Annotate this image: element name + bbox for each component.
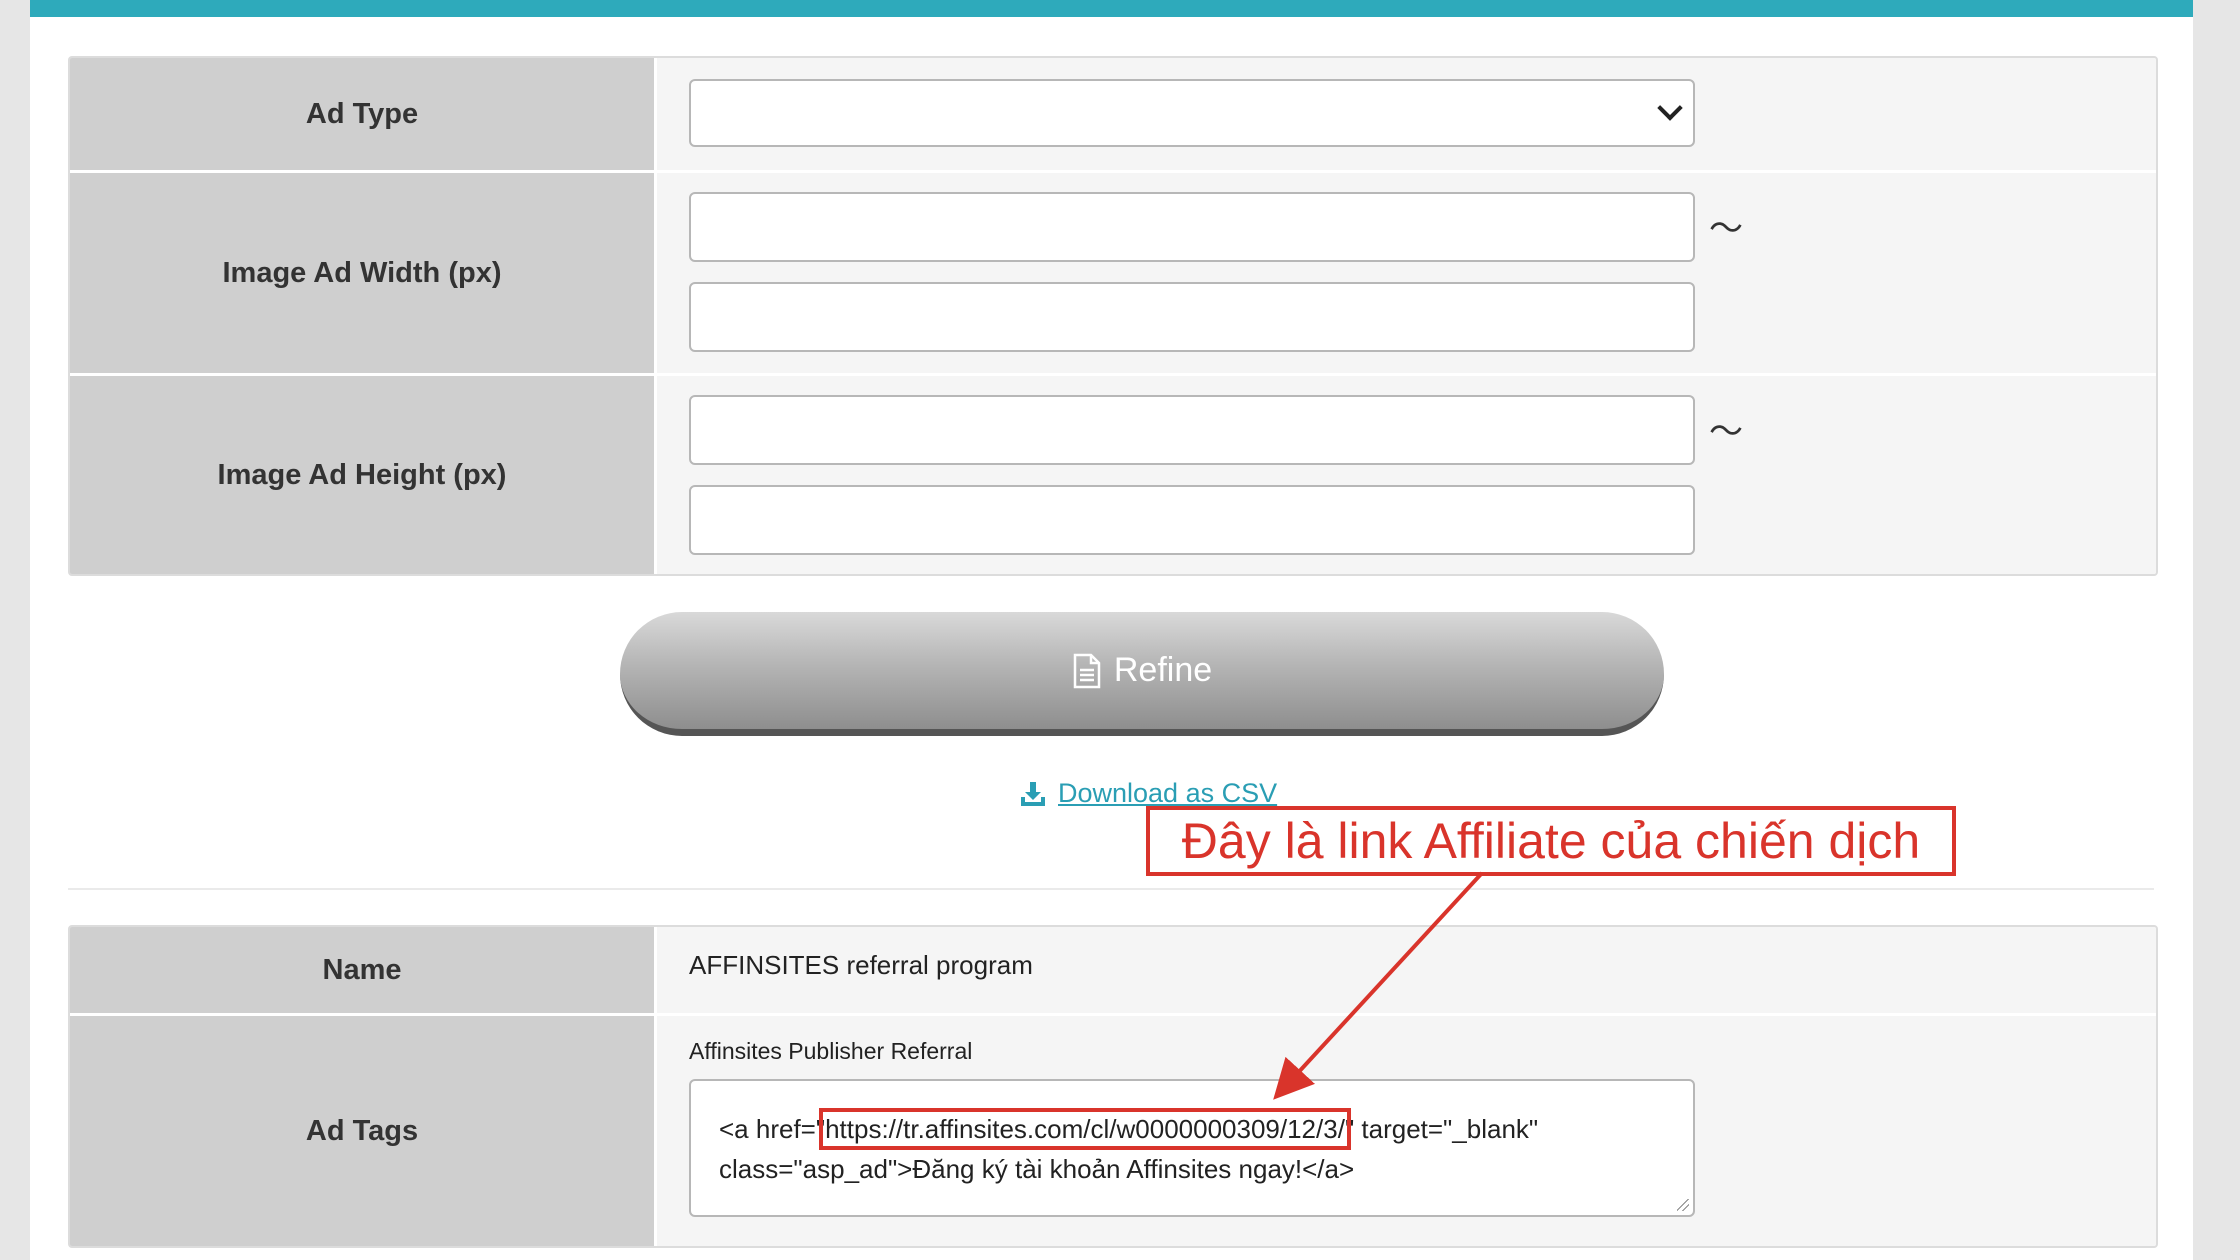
ad-tags-cell: Affinsites Publisher Referral <a href="h… <box>657 1016 2156 1246</box>
height-cell: 〜 <box>657 376 2156 574</box>
width-min-input[interactable] <box>689 192 1695 262</box>
download-csv-link[interactable]: Download as CSV <box>1020 778 1277 809</box>
section-divider <box>68 888 2154 890</box>
row-ad-tags: Ad Tags Affinsites Publisher Referral <a… <box>70 1016 2156 1246</box>
ad-type-select[interactable] <box>689 79 1695 147</box>
search-form: Ad Type Image Ad Width (px) 〜 Image Ad H… <box>68 56 2158 576</box>
row-name: Name AFFINSITES referral program <box>70 927 2156 1016</box>
width-cell: 〜 <box>657 173 2156 373</box>
affiliate-url: https://tr.affinsites.com/cl/w0000000309… <box>819 1108 1351 1150</box>
name-cell: AFFINSITES referral program <box>657 927 2156 1013</box>
height-range-separator: 〜 <box>1709 413 1743 451</box>
code-line-2: class="asp_ad">Đăng ký tài khoản Affinsi… <box>719 1154 1355 1184</box>
name-label: Name <box>70 927 657 1013</box>
download-csv-label: Download as CSV <box>1058 778 1278 808</box>
page: Ad Type Image Ad Width (px) 〜 Image Ad H… <box>30 0 2193 1260</box>
top-accent-bar <box>30 0 2193 17</box>
height-label: Image Ad Height (px) <box>70 376 657 574</box>
width-label: Image Ad Width (px) <box>70 173 657 373</box>
code-suffix: " target="_blank" <box>1344 1114 1539 1144</box>
annotation-callout: Đây là link Affiliate của chiến dịch <box>1146 806 1956 876</box>
refine-label: Refine <box>1113 651 1213 689</box>
ad-type-cell <box>657 58 2156 170</box>
width-max-input[interactable] <box>689 282 1695 352</box>
ad-tag-code-textarea[interactable]: <a href="https://tr.affinsites.com/cl/w0… <box>689 1079 1695 1217</box>
campaign-name: AFFINSITES referral program <box>689 949 1033 980</box>
ad-type-label: Ad Type <box>70 58 657 170</box>
download-icon <box>1021 781 1045 806</box>
code-line-1: <a href="https://tr.affinsites.com/cl/w0… <box>719 1108 1665 1150</box>
resize-handle-icon[interactable] <box>1677 1199 1689 1211</box>
row-ad-type: Ad Type <box>70 58 2156 173</box>
ad-tag-title: Affinsites Publisher Referral <box>689 1038 973 1064</box>
height-max-input[interactable] <box>689 485 1695 555</box>
chevron-down-icon <box>1657 95 1683 121</box>
width-range-separator: 〜 <box>1709 210 1743 248</box>
ad-tags-label: Ad Tags <box>70 1016 657 1246</box>
document-icon <box>1073 653 1101 688</box>
height-min-input[interactable] <box>689 395 1695 465</box>
row-height: Image Ad Height (px) 〜 <box>70 376 2156 574</box>
row-width: Image Ad Width (px) 〜 <box>70 173 2156 376</box>
result-table: Name AFFINSITES referral program Ad Tags… <box>68 925 2158 1248</box>
refine-button[interactable]: Refine <box>620 612 1664 736</box>
code-prefix: <a href=" <box>719 1114 826 1144</box>
